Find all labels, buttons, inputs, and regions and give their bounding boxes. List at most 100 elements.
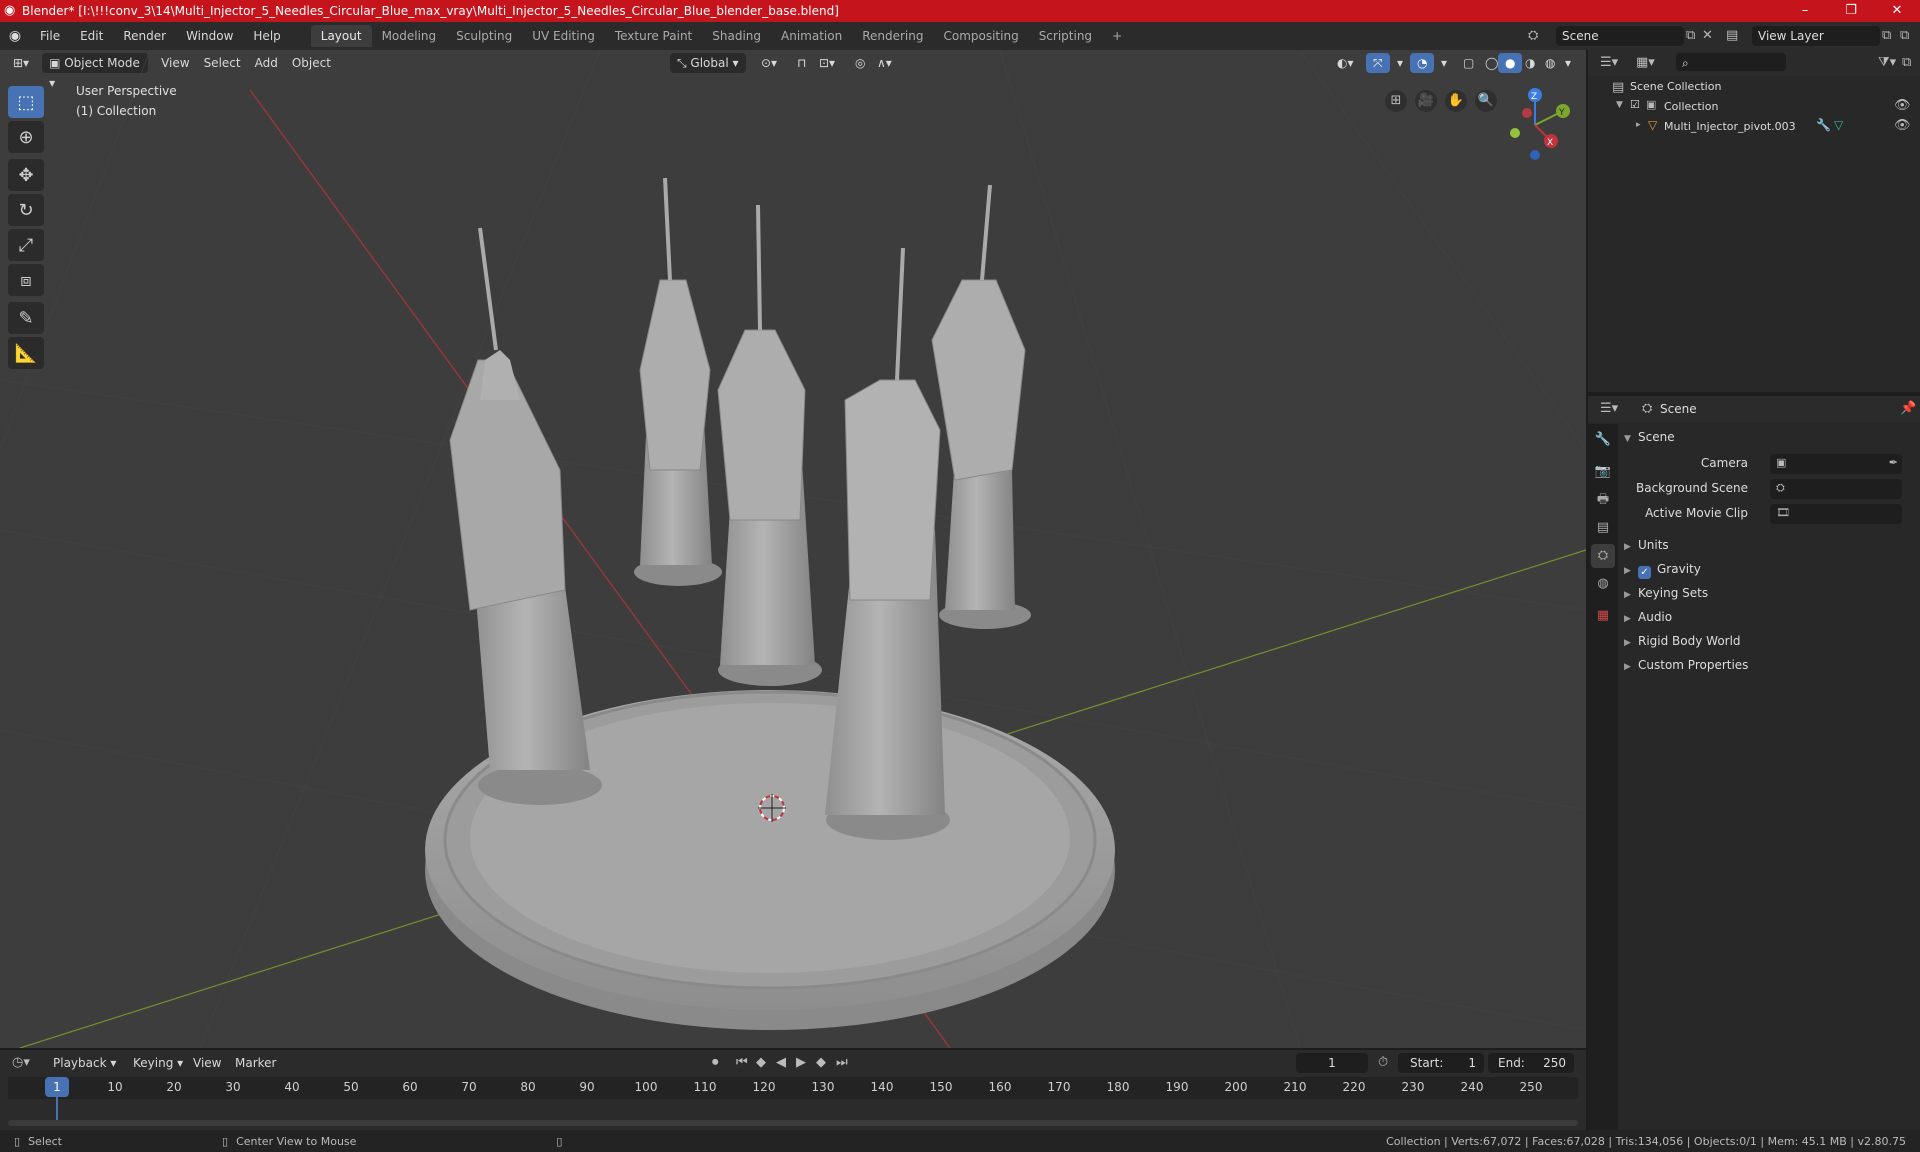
tab-scripting[interactable]: Scripting	[1029, 25, 1102, 47]
end-frame-field[interactable]: End: 250	[1488, 1053, 1574, 1073]
tab-uv-editing[interactable]: UV Editing	[522, 25, 605, 47]
pan-view-icon[interactable]: ✋	[1445, 90, 1467, 112]
view-layer-icon[interactable]: ▤	[1726, 28, 1738, 43]
menu-marker[interactable]: Marker	[228, 1053, 283, 1073]
object-visibility-icon[interactable]: 👁	[1894, 118, 1911, 133]
gravity-checkbox[interactable]: ✓	[1638, 566, 1651, 579]
tab-modeling[interactable]: Modeling	[372, 25, 447, 47]
outliner-scene-collection[interactable]: Scene Collection	[1630, 80, 1721, 93]
minimize-button[interactable]: –	[1782, 0, 1828, 22]
outliner-editor-icon[interactable]: ☰▾	[1600, 55, 1618, 70]
new-scene-icon[interactable]: ⧉	[1686, 28, 1695, 43]
record-icon[interactable]: ⏺	[712, 1055, 719, 1070]
object-expand-icon[interactable]: ▸	[1636, 120, 1641, 130]
gizmo-neg-x-icon[interactable]	[1522, 108, 1532, 118]
camera-field[interactable]: ▣ ✒	[1770, 454, 1902, 474]
collection-expand-icon[interactable]: ▼	[1616, 100, 1623, 110]
3d-viewport[interactable]: ⊞▾ ▣ Object Mode ▾ View Select Add Objec…	[0, 50, 1586, 1048]
new-view-layer-icon[interactable]: ⧉	[1882, 28, 1891, 43]
pin-icon[interactable]: 📌	[1900, 401, 1916, 416]
blender-menu-icon[interactable]: ◉	[0, 28, 30, 44]
move-tool-icon[interactable]: ✥	[8, 159, 44, 191]
custom-properties-panel[interactable]: ▶ Custom Properties	[1624, 654, 1748, 676]
play-icon[interactable]: ▶	[796, 1055, 806, 1070]
cursor-tool-icon[interactable]: ⊕	[8, 121, 44, 153]
menu-render[interactable]: Render	[113, 22, 176, 50]
outliner-collection[interactable]: Collection	[1664, 100, 1718, 113]
outliner-panel: ☰▾ ▦▾ ⌕ ⧩▾ ⧉ ▤ Scene Collection ▼ ☑ ▣ Co…	[1588, 50, 1920, 392]
maximize-button[interactable]: ❐	[1828, 0, 1874, 22]
texture-tab-icon[interactable]: ▦	[1591, 604, 1615, 628]
select-box-tool-icon[interactable]: ⬚	[8, 86, 44, 118]
camera-view-icon[interactable]: 🎥	[1415, 90, 1437, 112]
mesh-data-icon[interactable]: ▽	[1834, 118, 1843, 132]
gravity-panel[interactable]: ▶ ✓ Gravity	[1624, 558, 1701, 580]
menu-file[interactable]: File	[30, 22, 70, 50]
tab-layout[interactable]: Layout	[310, 25, 372, 47]
gizmo-neg-z-icon[interactable]	[1530, 150, 1540, 160]
collection-visibility-icon[interactable]: 👁	[1894, 98, 1911, 113]
measure-tool-icon[interactable]: 📐	[8, 337, 44, 369]
outliner-object[interactable]: Multi_Injector_pivot.003	[1664, 120, 1796, 133]
start-frame-field[interactable]: Start: 1	[1398, 1053, 1484, 1073]
prev-keyframe-icon[interactable]: ◆	[756, 1055, 766, 1070]
keying-sets-panel[interactable]: ▶ Keying Sets	[1624, 582, 1708, 604]
ortho-toggle-icon[interactable]: ⊞	[1385, 90, 1407, 112]
scene-panel-header[interactable]: ▼ Scene	[1624, 426, 1675, 448]
add-workspace-button[interactable]: +	[1102, 25, 1132, 47]
mouse-middle-icon: ▯	[222, 1134, 229, 1148]
next-keyframe-icon[interactable]: ◆	[816, 1055, 826, 1070]
tab-texture-paint[interactable]: Texture Paint	[605, 25, 702, 47]
gizmo-neg-y-icon[interactable]	[1510, 128, 1520, 138]
outliner-search-input[interactable]: ⌕	[1676, 53, 1786, 71]
current-frame-field[interactable]: 1	[1296, 1053, 1368, 1073]
menu-window[interactable]: Window	[176, 22, 243, 50]
world-tab-icon[interactable]: ◍	[1591, 572, 1615, 596]
scene-tab-icon[interactable]: ⛭	[1591, 544, 1615, 568]
rigid-body-world-panel[interactable]: ▶ Rigid Body World	[1624, 630, 1741, 652]
play-reverse-icon[interactable]: ◀	[776, 1055, 786, 1070]
preview-range-icon[interactable]: ⏱	[1378, 1055, 1388, 1070]
tab-sculpting[interactable]: Sculpting	[446, 25, 522, 47]
timeline-editor-icon[interactable]: ◷▾	[12, 1055, 30, 1070]
modifier-icon[interactable]: 🔧	[1816, 118, 1831, 132]
display-mode-icon[interactable]: ▦▾	[1636, 55, 1655, 70]
transform-tool-icon[interactable]: ⧈	[8, 264, 44, 296]
jump-start-icon[interactable]: ⏮	[736, 1055, 748, 1070]
active-movie-clip-field[interactable]: 🎞	[1770, 504, 1902, 524]
scene-selector[interactable]: Scene	[1556, 26, 1684, 46]
rotate-tool-icon[interactable]: ↻	[8, 194, 44, 226]
navigation-gizmo[interactable]: Z Y X	[1495, 85, 1575, 165]
menu-playback[interactable]: Playback ▾	[46, 1053, 123, 1073]
output-tab-icon[interactable]: 🖶	[1591, 488, 1615, 512]
background-scene-field[interactable]: ⛭	[1770, 479, 1902, 499]
scene-icon[interactable]: ⛭	[1528, 28, 1538, 43]
tab-animation[interactable]: Animation	[771, 25, 852, 47]
remove-scene-icon[interactable]: ✕	[1702, 28, 1713, 43]
menu-keying[interactable]: Keying ▾	[126, 1053, 190, 1073]
tab-rendering[interactable]: Rendering	[852, 25, 933, 47]
eyedropper-icon[interactable]: ✒	[1889, 456, 1898, 469]
tab-shading[interactable]: Shading	[702, 25, 771, 47]
menu-edit[interactable]: Edit	[70, 22, 113, 50]
close-button[interactable]: ✕	[1874, 0, 1920, 22]
units-panel[interactable]: ▶ Units	[1624, 534, 1669, 556]
collection-checkbox[interactable]: ☑	[1630, 98, 1640, 111]
view-layer-tab-icon[interactable]: ▤	[1591, 516, 1615, 540]
scale-tool-icon[interactable]: ⤢	[8, 229, 44, 261]
tool-tab-icon[interactable]: 🔧	[1591, 428, 1615, 452]
timeline-scrollbar[interactable]	[8, 1120, 1578, 1126]
menu-timeline-view[interactable]: View	[186, 1053, 228, 1073]
view-layer-selector[interactable]: View Layer	[1752, 26, 1880, 46]
filter-icon[interactable]: ⧩▾	[1878, 55, 1896, 70]
properties-editor-icon[interactable]: ☰▾	[1600, 401, 1618, 416]
zoom-view-icon[interactable]: 🔍	[1475, 90, 1497, 112]
jump-end-icon[interactable]: ⏭	[836, 1055, 848, 1070]
audio-panel[interactable]: ▶ Audio	[1624, 606, 1672, 628]
annotate-tool-icon[interactable]: ✎	[8, 302, 44, 334]
remove-view-layer-icon[interactable]: ⧉	[1900, 28, 1909, 43]
new-collection-icon[interactable]: ⧉	[1902, 55, 1911, 70]
tab-compositing[interactable]: Compositing	[933, 25, 1028, 47]
render-tab-icon[interactable]: 📷	[1591, 460, 1615, 484]
menu-help[interactable]: Help	[243, 22, 290, 50]
